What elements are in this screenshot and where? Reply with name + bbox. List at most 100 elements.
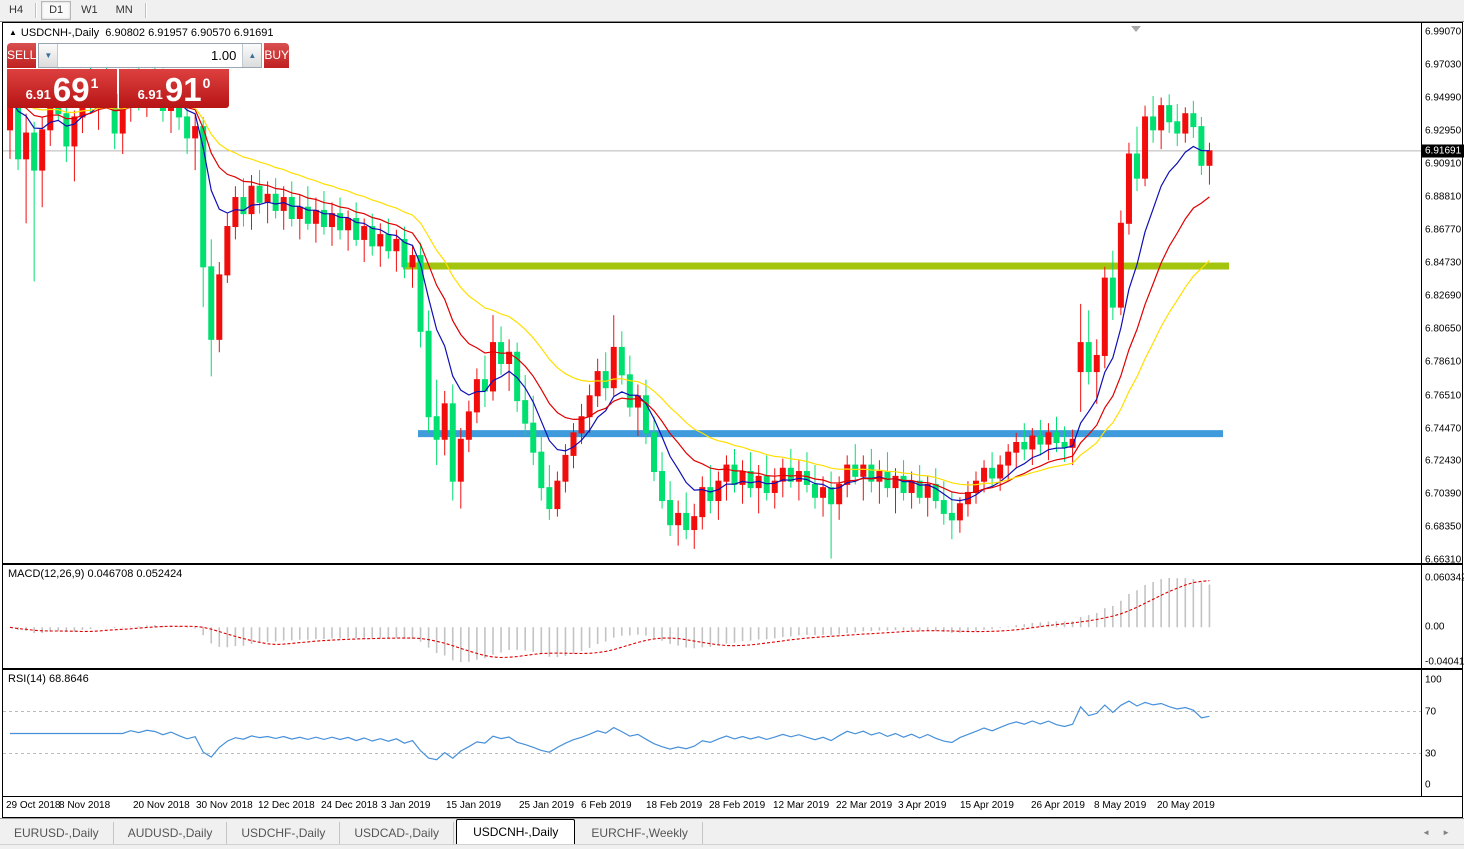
volume-input[interactable] [58, 44, 243, 67]
tab-eurchf-weekly[interactable]: EURCHF-,Weekly [577, 822, 703, 845]
date-label: 29 Oct 2018 [6, 800, 61, 811]
buy-price-box[interactable]: 6.91 91 0 [119, 69, 229, 108]
current-price-tag: 6.91691 [1422, 144, 1464, 158]
price-tick-label: 6.90910 [1425, 158, 1462, 169]
buy-price-big: 91 [164, 71, 202, 108]
price-tick-label: 6.88810 [1425, 191, 1462, 203]
macd-tick-label: 0.00 [1425, 621, 1445, 633]
chart-window: ▲ USDCNH-,Daily 6.90802 6.91957 6.90570 6… [2, 22, 1464, 818]
scroll-left-icon[interactable]: ◄ [1416, 826, 1436, 839]
date-label: 25 Jan 2019 [519, 800, 575, 811]
tab-audusd-daily[interactable]: AUDUSD-,Daily [114, 822, 228, 845]
price-tick-label: 6.74470 [1425, 423, 1462, 434]
price-tick-label: 6.94990 [1425, 92, 1462, 104]
macd-signal-line [9, 580, 1210, 659]
price-axis: 6.99070 6.97030 6.94990 6.92950 6.90910 6.888… [1421, 23, 1464, 566]
price-tick-label: 6.99070 [1425, 26, 1462, 38]
date-label: 28 Feb 2019 [709, 800, 766, 811]
date-label: 26 Apr 2019 [1031, 800, 1085, 811]
date-label: 22 Mar 2019 [836, 800, 893, 811]
price-tick-label: 6.72430 [1425, 455, 1462, 467]
rsi-tick-label: 30 [1425, 748, 1437, 759]
rsi-pane: RSI(14) 68.8646 [3, 670, 1421, 796]
price-tick-label: 6.68350 [1425, 521, 1462, 533]
sell-price-sup: 1 [90, 75, 99, 91]
rsi-axis: 100 70 30 0 [1421, 670, 1462, 796]
tab-usdcnh-daily[interactable]: USDCNH-,Daily [456, 819, 576, 845]
tab-scroll-controls: ◄ ► [1416, 826, 1464, 839]
terminal-window: H4 D1 W1 MN ▲ USDCNH-,Daily 6.90802 6.91957 … [0, 0, 1464, 849]
date-label: 18 Feb 2019 [646, 800, 703, 811]
date-label: 3 Jan 2019 [381, 800, 431, 811]
macd-canvas [9, 578, 1211, 662]
rsi-tick-label: 0 [1425, 779, 1431, 791]
support-line[interactable] [418, 430, 1223, 438]
one-click-trading-panel: SELL ▼ ▲ BUY 6.91 69 1 6.91 [7, 43, 290, 108]
rsi-value: 68.8646 [48, 673, 89, 685]
rsi-label: RSI(14) 68.8646 [8, 673, 89, 685]
price-tick-label: 6.97030 [1425, 59, 1462, 71]
price-tick-label: 6.82690 [1425, 290, 1462, 302]
status-bar [0, 844, 1464, 849]
toolbar-separator [35, 3, 38, 18]
scroll-right-icon[interactable]: ► [1436, 826, 1456, 839]
rsi-tick-label: 100 [1425, 674, 1442, 686]
sell-price-big: 69 [52, 71, 90, 108]
macd-tick-label: 0.060342 [1425, 572, 1464, 584]
date-label: 3 Apr 2019 [898, 800, 947, 811]
date-label: 24 Dec 2018 [321, 800, 378, 811]
price-tick-label: 6.84730 [1425, 257, 1462, 269]
date-label: 12 Mar 2019 [773, 800, 830, 811]
sell-price-box[interactable]: 6.91 69 1 [7, 69, 117, 108]
timeframe-button-h4[interactable]: H4 [1, 1, 31, 20]
macd-axis: 0.060342 0.00 -0.040415 [1421, 565, 1464, 668]
tab-eurusd-daily[interactable]: EURUSD-,Daily [0, 822, 114, 845]
date-label: 15 Jan 2019 [446, 800, 502, 811]
volume-increase-icon[interactable]: ▲ [242, 44, 262, 67]
sell-price-small: 6.91 [25, 87, 51, 102]
price-tick-label: 6.86770 [1425, 224, 1462, 236]
ma-slow [9, 97, 1210, 486]
chart-title: ▲ USDCNH-,Daily 6.90802 6.91957 6.90570 6… [9, 27, 274, 39]
date-label: 20 Nov 2018 [133, 800, 190, 811]
timeframe-button-w1[interactable]: W1 [73, 1, 106, 20]
price-chart-pane[interactable]: ▲ USDCNH-,Daily 6.90802 6.91957 6.90570 6… [3, 23, 1421, 563]
macd-label: MACD(12,26,9) 0.046708 0.052424 [8, 568, 183, 580]
volume-spinner: ▼ ▲ [38, 43, 263, 68]
sell-button[interactable]: SELL [7, 43, 37, 68]
date-label: 12 Dec 2018 [258, 800, 315, 811]
date-label: 6 Feb 2019 [581, 800, 632, 811]
price-tick-label: 6.78610 [1425, 356, 1462, 368]
date-axis[interactable]: 29 Oct 2018 8 Nov 2018 20 Nov 2018 30 Nov 2… [3, 797, 1462, 816]
shift-marker-icon[interactable] [1131, 26, 1141, 32]
date-label: 8 May 2019 [1094, 800, 1147, 811]
toolbar-separator [144, 3, 147, 18]
chart-symbol-label: USDCNH-,Daily [20, 27, 100, 39]
tab-usdchf-daily[interactable]: USDCHF-,Daily [227, 822, 341, 845]
buy-button[interactable]: BUY [264, 43, 290, 68]
rsi-line [10, 700, 1210, 761]
date-label: 8 Nov 2018 [59, 800, 111, 811]
tab-usdcad-daily[interactable]: USDCAD-,Daily [340, 822, 455, 845]
buy-price-small: 6.91 [137, 87, 163, 102]
chart-tab-bar: EURUSD-,Daily AUDUSD-,Daily USDCHF-,Daily U… [0, 818, 1464, 845]
rsi-tick-label: 70 [1425, 706, 1437, 717]
rsi-canvas [3, 700, 1421, 761]
price-tick-label: 6.92950 [1425, 125, 1462, 137]
timeframe-button-mn[interactable]: MN [108, 1, 141, 20]
date-label: 15 Apr 2019 [960, 800, 1014, 811]
collapse-icon[interactable]: ▲ [9, 28, 17, 37]
price-tick-label: 6.70390 [1425, 488, 1462, 500]
macd-tick-label: -0.040415 [1425, 656, 1464, 668]
macd-pane: MACD(12,26,9) 0.046708 0.052424 [3, 565, 1421, 668]
buy-price-sup: 0 [202, 75, 211, 91]
date-label: 20 May 2019 [1157, 800, 1215, 811]
timeframe-toolbar: H4 D1 W1 MN [0, 0, 1464, 22]
macd-values: 0.046708 0.052424 [87, 568, 183, 580]
timeframe-button-d1[interactable]: D1 [41, 1, 72, 20]
price-tick-label: 6.76510 [1425, 390, 1462, 402]
chart-ohlc-values: 6.90802 6.91957 6.90570 6.91691 [105, 27, 274, 39]
price-tick-label: 6.80650 [1425, 323, 1462, 335]
date-label: 30 Nov 2018 [196, 800, 253, 811]
volume-decrease-icon[interactable]: ▼ [39, 44, 59, 67]
